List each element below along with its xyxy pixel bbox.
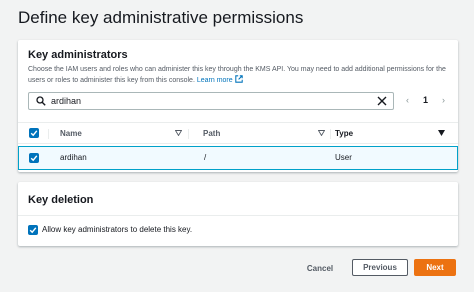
sort-caret-active-icon[interactable] <box>438 130 445 136</box>
row-checkbox[interactable] <box>29 153 39 163</box>
sort-caret-icon[interactable] <box>175 130 182 136</box>
column-header-type[interactable]: Type <box>335 129 353 138</box>
previous-button[interactable]: Previous <box>352 259 408 276</box>
key-administrators-panel: Key administrators Choose the IAM users … <box>18 40 458 172</box>
allow-deletion-label[interactable]: Allow key administrators to delete this … <box>42 225 192 234</box>
column-divider <box>330 129 331 139</box>
checkmark-icon <box>29 227 37 234</box>
key-administrators-description: Choose the IAM users and roles who can a… <box>28 65 458 86</box>
table-header: Name Path Type <box>18 122 458 144</box>
external-link-icon <box>234 75 243 83</box>
row-path-cell: / <box>204 153 207 162</box>
pagination-page-number[interactable]: 1 <box>423 95 428 105</box>
checkmark-icon <box>30 130 38 137</box>
checkmark-icon <box>30 155 38 162</box>
column-header-path[interactable]: Path <box>203 129 220 138</box>
select-all-checkbox[interactable] <box>29 128 39 138</box>
row-name-cell: ardihan <box>60 153 87 162</box>
key-deletion-heading: Key deletion <box>28 194 94 206</box>
pagination-prev-button[interactable]: ‹ <box>406 95 409 105</box>
column-header-name[interactable]: Name <box>60 129 82 138</box>
key-deletion-panel: Key deletion Allow key administrators to… <box>18 182 458 246</box>
next-button[interactable]: Next <box>414 259 456 276</box>
key-administrators-heading: Key administrators <box>28 49 128 61</box>
search-input[interactable]: ardihan <box>28 92 394 110</box>
column-divider <box>48 129 49 139</box>
allow-deletion-checkbox[interactable] <box>28 225 38 235</box>
row-type-cell: User <box>335 153 352 162</box>
column-divider <box>188 129 189 139</box>
learn-more-link[interactable]: Learn more <box>197 75 243 84</box>
search-icon <box>36 96 46 106</box>
search-value: ardihan <box>51 96 82 106</box>
sort-caret-icon[interactable] <box>318 130 325 136</box>
pagination-next-button[interactable]: › <box>442 95 445 105</box>
table-row[interactable]: ardihan / User <box>18 146 458 170</box>
clear-icon[interactable] <box>376 95 388 107</box>
cancel-button[interactable]: Cancel <box>300 260 340 276</box>
page-title: Define key administrative permissions <box>18 8 304 27</box>
divider <box>18 215 458 216</box>
